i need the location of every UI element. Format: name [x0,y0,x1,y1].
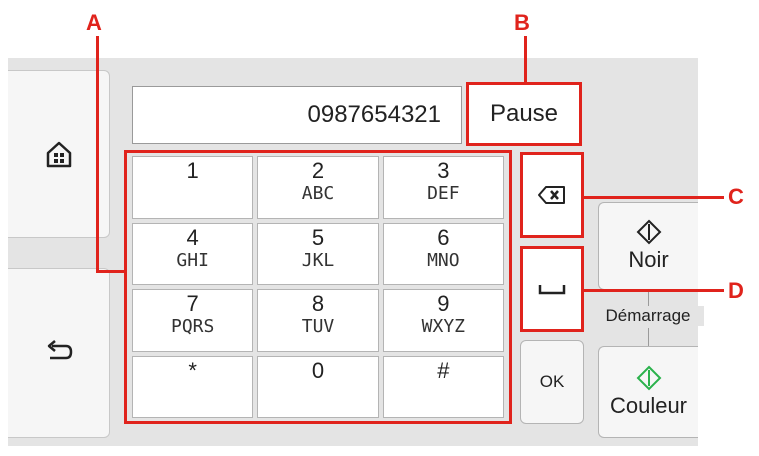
backspace-button[interactable] [520,152,584,238]
key-0[interactable]: 0 [257,355,379,418]
callout-a-line-tick [96,270,126,273]
backspace-icon [538,186,565,204]
callout-c: C [728,184,744,209]
fax-number-value: 0987654321 [307,101,441,128]
start-black-button[interactable]: Noir [598,202,698,290]
key-letters: JKL [301,249,335,271]
callout-d: D [728,278,744,303]
callout-b-line [524,36,527,82]
space-button[interactable] [520,246,584,332]
key-digit: 7 [186,291,199,316]
callout-c-line [584,196,724,199]
key-letters: GHI [176,249,209,271]
back-arrow-icon [47,340,72,360]
back-button[interactable] [8,268,110,438]
key-digit: 4 [186,224,199,250]
key-hash[interactable]: # [382,355,504,418]
start-group-label: Démarrage [592,306,704,326]
start-color-label: Couleur [609,393,688,418]
callout-b: B [514,10,530,35]
key-digit: # [437,357,450,383]
key-7[interactable]: 7 PQRS [132,289,254,352]
key-digit: 5 [311,224,325,250]
ok-label: OK [539,372,565,391]
home-button[interactable] [8,70,110,238]
key-digit: 0 [311,357,325,383]
key-letters: WXYZ [421,316,465,337]
key-letters: MNO [427,249,460,271]
ok-button[interactable]: OK [520,340,584,424]
key-8[interactable]: 8 TUV [257,289,379,352]
start-connector-top [648,290,649,306]
key-letters: ABC [301,183,335,204]
callout-a: A [86,10,102,35]
pause-label: Pause [489,100,559,127]
key-1[interactable]: 1 [132,156,254,219]
home-icon [46,141,71,168]
start-black-label: Noir [628,247,669,272]
key-digit: 1 [186,158,199,183]
start-connector-bottom [648,328,649,346]
key-digit: 9 [437,291,450,316]
callout-a-line [96,36,99,272]
key-letters: PQRS [170,316,215,337]
pause-button[interactable]: Pause [466,82,582,146]
callout-d-line [584,289,724,292]
key-letters: TUV [301,316,335,337]
key-digit: 3 [437,158,450,183]
space-icon [538,285,566,295]
fax-number-field[interactable]: 0987654321 [132,86,462,144]
key-digit: 2 [311,158,325,183]
key-6[interactable]: 6 MNO [382,222,504,285]
start-color-button[interactable]: Couleur [598,346,698,438]
key-4[interactable]: 4 GHI [132,222,254,285]
key-star[interactable]: * [132,355,254,418]
diamond-start-icon [636,219,661,245]
diamond-start-icon [636,365,661,391]
key-9[interactable]: 9 WXYZ [382,289,504,352]
numeric-keypad: 1 2 ABC 3 DEF 4 GHI 5 JKL 6 MNO 7 PQRS 8 TUV 9W… [132,156,504,418]
key-letters: DEF [427,183,460,204]
key-2[interactable]: 2 ABC [257,156,379,219]
key-5[interactable]: 5 JKL [257,222,379,285]
key-3[interactable]: 3 DEF [382,156,504,219]
key-digit: 8 [311,291,325,316]
key-digit: * [188,357,197,383]
key-digit: 6 [437,224,450,250]
